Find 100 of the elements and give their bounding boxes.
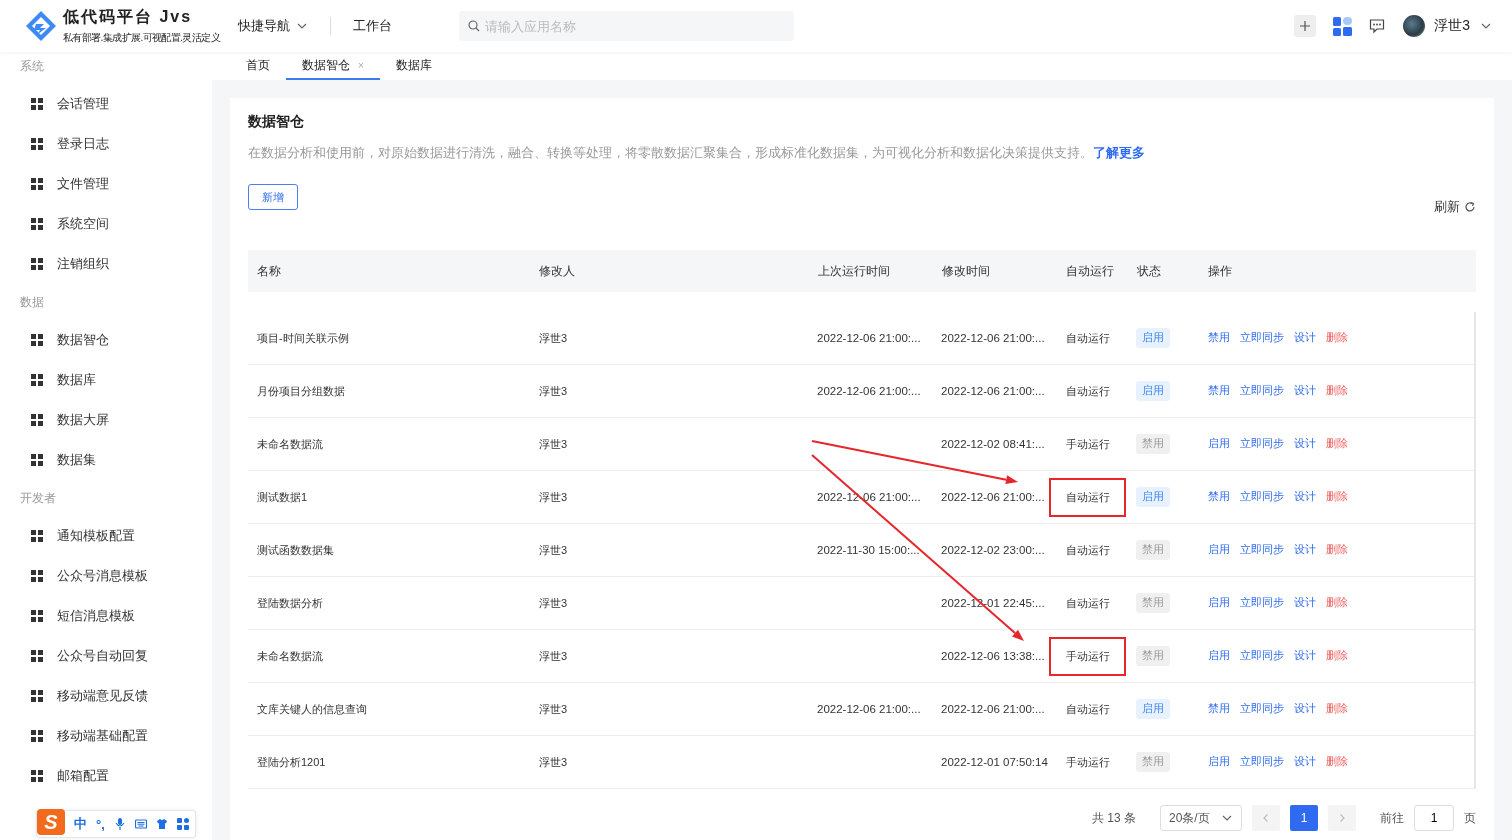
nav-link[interactable]: 工作台: [353, 17, 392, 35]
menu-item[interactable]: 移动端意见反馈: [57, 687, 148, 705]
user-avatar[interactable]: [1403, 15, 1426, 37]
name-cell-text: 登陆数据分析: [256, 595, 324, 611]
tab[interactable]: 数据库: [379, 52, 448, 80]
delete-link[interactable]: 删除: [1326, 384, 1348, 398]
page-size-select[interactable]: 20条/页: [1160, 805, 1242, 831]
action-link[interactable]: 禁用: [1208, 331, 1230, 345]
action-link[interactable]: 立即同步: [1240, 702, 1284, 716]
modifier-cell-text: 浮世3: [538, 330, 569, 346]
menu-item[interactable]: 通知模板配置: [57, 527, 135, 545]
action-link[interactable]: 设计: [1294, 649, 1316, 663]
add-button[interactable]: 新增: [248, 184, 298, 210]
delete-link[interactable]: 删除: [1326, 543, 1348, 557]
modified-time-cell-text: 2022-12-01 07:50:14: [940, 756, 1049, 768]
action-link[interactable]: 设计: [1294, 384, 1316, 398]
delete-link[interactable]: 删除: [1326, 331, 1348, 345]
message-icon[interactable]: [1369, 18, 1386, 34]
action-link[interactable]: 立即同步: [1240, 543, 1284, 557]
status-tag: 禁用: [1136, 646, 1170, 666]
action-link[interactable]: 设计: [1294, 437, 1316, 451]
action-link[interactable]: 禁用: [1208, 384, 1230, 398]
menu-item[interactable]: 数据大屏: [57, 411, 109, 429]
delete-link[interactable]: 删除: [1326, 596, 1348, 610]
column-header: 操作: [1207, 262, 1233, 280]
action-link[interactable]: 设计: [1294, 755, 1316, 769]
search-icon: [468, 20, 480, 32]
status-tag: 禁用: [1136, 434, 1170, 454]
shirt-icon[interactable]: [155, 818, 168, 830]
goto-page-field[interactable]: 1: [1414, 805, 1454, 831]
delete-link[interactable]: 删除: [1326, 755, 1348, 769]
grid-icon: [31, 258, 43, 270]
name-cell-text: 未命名数据流: [256, 436, 324, 452]
modified-time-cell-text: 2022-12-06 21:00:...: [940, 703, 1046, 715]
action-link[interactable]: 立即同步: [1240, 596, 1284, 610]
delete-link[interactable]: 删除: [1326, 490, 1348, 504]
menu-item[interactable]: 数据智仓: [57, 331, 109, 349]
action-link[interactable]: 立即同步: [1240, 755, 1284, 769]
menu-item[interactable]: 数据库: [57, 371, 96, 389]
action-link[interactable]: 禁用: [1208, 490, 1230, 504]
action-link[interactable]: 立即同步: [1240, 384, 1284, 398]
menu-item[interactable]: 登录日志: [57, 135, 109, 153]
learn-more-link[interactable]: 了解更多: [1093, 145, 1145, 160]
apps-icon[interactable]: [1333, 16, 1353, 36]
modified-time-cell-text: 2022-12-02 08:41:...: [940, 438, 1046, 450]
menu-item[interactable]: 文件管理: [57, 175, 109, 193]
add-button[interactable]: [1294, 15, 1317, 37]
grid-icon: [31, 98, 43, 110]
microphone-icon[interactable]: [113, 818, 126, 830]
modifier-cell-text: 浮世3: [538, 436, 569, 452]
modified-time-cell-text: 2022-12-02 23:00:...: [940, 544, 1046, 556]
status-tag: 禁用: [1136, 752, 1170, 772]
last-run-cell-text: 2022-11-30 15:00:...: [816, 544, 921, 556]
tab[interactable]: 数据智仓 ×: [286, 52, 380, 80]
action-link[interactable]: 立即同步: [1240, 437, 1284, 451]
ime-mode[interactable]: 中: [74, 815, 87, 833]
menu-item[interactable]: 邮箱配置: [57, 767, 109, 785]
menu-item[interactable]: 移动端基础配置: [57, 727, 148, 745]
action-link[interactable]: 设计: [1294, 331, 1316, 345]
menu-item[interactable]: 公众号消息模板: [57, 567, 148, 585]
column-header: 修改人: [538, 262, 576, 280]
menu-item[interactable]: 数据集: [57, 451, 96, 469]
menu-item[interactable]: 公众号自动回复: [57, 647, 148, 665]
ime-punctuation[interactable]: °,: [96, 816, 105, 832]
ime-logo[interactable]: S: [37, 809, 65, 835]
action-link[interactable]: 启用: [1208, 649, 1230, 663]
menu-item[interactable]: 会话管理: [57, 95, 109, 113]
action-link[interactable]: 设计: [1294, 490, 1316, 504]
action-link[interactable]: 立即同步: [1240, 490, 1284, 504]
action-link[interactable]: 禁用: [1208, 702, 1230, 716]
grid-icon: [31, 690, 43, 702]
menu-group-label: 系统: [19, 58, 45, 75]
action-link[interactable]: 启用: [1208, 596, 1230, 610]
delete-link[interactable]: 删除: [1326, 649, 1348, 663]
name-cell-text: 月份项目分组数据: [256, 383, 346, 399]
page-number[interactable]: 1: [1290, 805, 1318, 831]
action-link[interactable]: 立即同步: [1240, 649, 1284, 663]
grid-icon[interactable]: [176, 818, 189, 830]
nav-dropdown[interactable]: 快捷导航: [238, 17, 308, 35]
action-link[interactable]: 设计: [1294, 596, 1316, 610]
action-link[interactable]: 启用: [1208, 437, 1230, 451]
refresh-button[interactable]: 刷新: [1434, 198, 1476, 216]
action-link[interactable]: 设计: [1294, 543, 1316, 557]
user-name[interactable]: 浮世3: [1434, 17, 1470, 35]
tab[interactable]: 首页: [230, 52, 286, 80]
menu-item[interactable]: 短信消息模板: [57, 607, 135, 625]
action-link[interactable]: 启用: [1208, 755, 1230, 769]
run-mode-text: 自动运行: [1066, 543, 1110, 556]
run-mode-text: 手动运行: [1066, 755, 1110, 768]
delete-link[interactable]: 删除: [1326, 437, 1348, 451]
logo-icon: [25, 10, 57, 42]
chevron-right-icon: [1337, 813, 1347, 823]
delete-link[interactable]: 删除: [1326, 702, 1348, 716]
action-link[interactable]: 设计: [1294, 702, 1316, 716]
action-link[interactable]: 立即同步: [1240, 331, 1284, 345]
keyboard-icon[interactable]: [134, 818, 147, 830]
menu-item[interactable]: 注销组织: [57, 255, 109, 273]
grid-icon: [31, 218, 43, 230]
action-link[interactable]: 启用: [1208, 543, 1230, 557]
menu-item[interactable]: 系统空间: [57, 215, 109, 233]
